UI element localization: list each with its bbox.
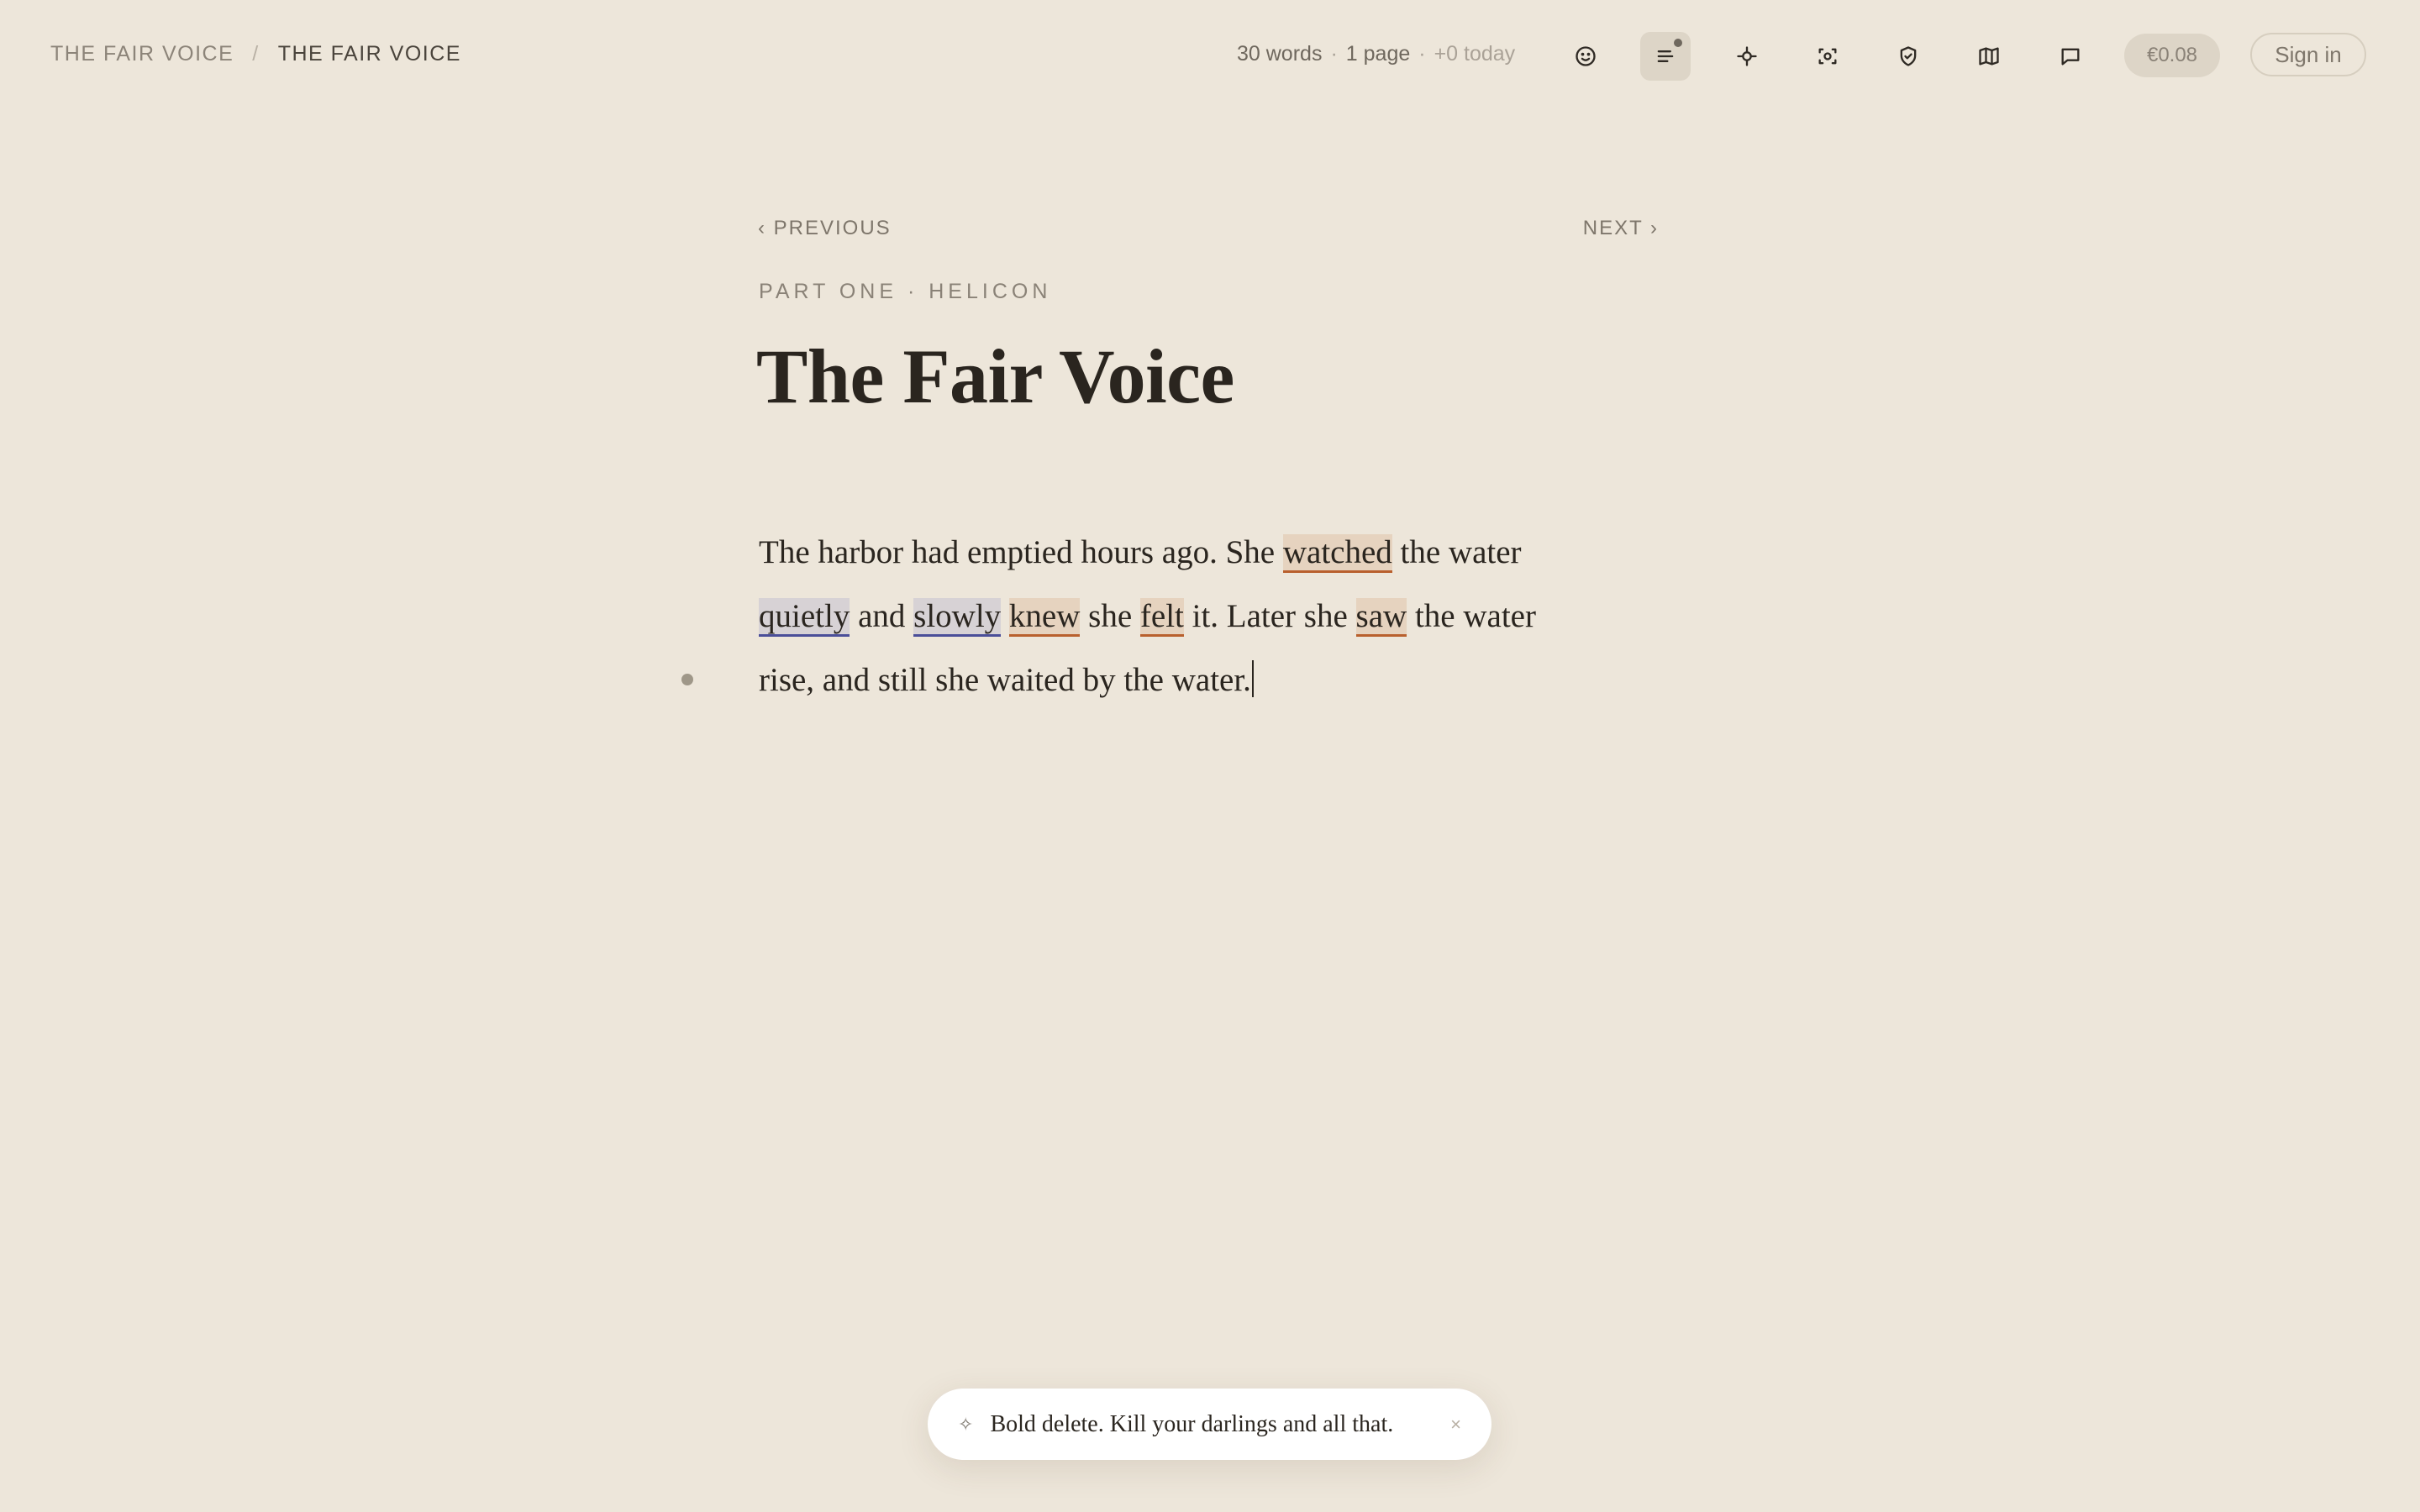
close-icon[interactable]: × [1450,1414,1461,1436]
word-count: 30 words [1237,42,1323,66]
text-segment: it. Later she [1183,598,1356,634]
text-segment: the water [1407,598,1536,634]
breadcrumb-root[interactable]: THE FAIR VOICE [50,42,234,66]
shield-check-icon[interactable] [1883,32,1933,81]
sparkle-icon: ✧ [958,1413,974,1435]
adverb-highlight[interactable]: quietly [759,598,850,637]
text-segment: The harbor had emptied hours ago. She [759,534,1283,570]
text-line[interactable]: quietly and slowly knew she felt it. Lat… [759,585,1683,648]
stats-separator: · [1418,42,1426,66]
outline-icon[interactable] [1640,32,1691,81]
notification-dot [1674,39,1682,47]
weak-verb-highlight[interactable]: watched [1282,534,1392,573]
top-bar: THE FAIR VOICE / THE FAIR VOICE 30 words… [0,0,2420,113]
text-segment: she [1080,598,1140,634]
sign-in-button[interactable]: Sign in [2250,33,2366,76]
weak-verb-highlight[interactable]: knew [1008,598,1081,637]
paragraph-marker[interactable] [681,674,693,685]
adverb-highlight[interactable]: slowly [913,598,1002,637]
face-icon[interactable] [1560,32,1611,81]
text-line[interactable]: rise, and still she waited by the water. [759,648,1683,712]
weak-verb-highlight[interactable]: saw [1355,598,1407,637]
next-link[interactable]: NEXT › [1583,217,1659,240]
comment-icon[interactable] [2045,32,2096,81]
weak-verb-highlight[interactable]: felt [1139,598,1184,637]
text-segment: rise, and still she waited by the water. [759,662,1251,698]
editor-body[interactable]: The harbor had emptied hours ago. She wa… [759,521,1683,712]
text-segment: the water [1392,534,1522,570]
focus-icon[interactable] [1722,32,1772,81]
text-segment: and [850,598,914,634]
text-cursor [1251,660,1254,697]
document-title[interactable]: The Fair Voice [756,332,1234,421]
text-segment [1001,598,1009,634]
previous-link[interactable]: ‹ PREVIOUS [758,217,892,240]
breadcrumb: THE FAIR VOICE / THE FAIR VOICE [50,42,461,66]
page-count: 1 page [1345,42,1411,66]
stats-separator: · [1330,42,1338,66]
breadcrumb-current[interactable]: THE FAIR VOICE [278,42,461,66]
breadcrumb-separator: / [252,42,260,66]
toast-message: Bold delete. Kill your darlings and all … [990,1410,1394,1437]
text-line[interactable]: The harbor had emptied hours ago. She wa… [759,521,1683,585]
map-icon[interactable] [1964,32,2014,81]
part-label: PART ONE · HELICON [759,280,1052,303]
document-stats: 30 words · 1 page · +0 today [1237,42,1515,66]
cost-badge[interactable]: €0.08 [2124,34,2220,77]
today-count: +0 today [1434,42,1516,66]
screenshot-icon[interactable] [1802,32,1853,81]
toast-notification: ✧ Bold delete. Kill your darlings and al… [928,1389,1491,1460]
